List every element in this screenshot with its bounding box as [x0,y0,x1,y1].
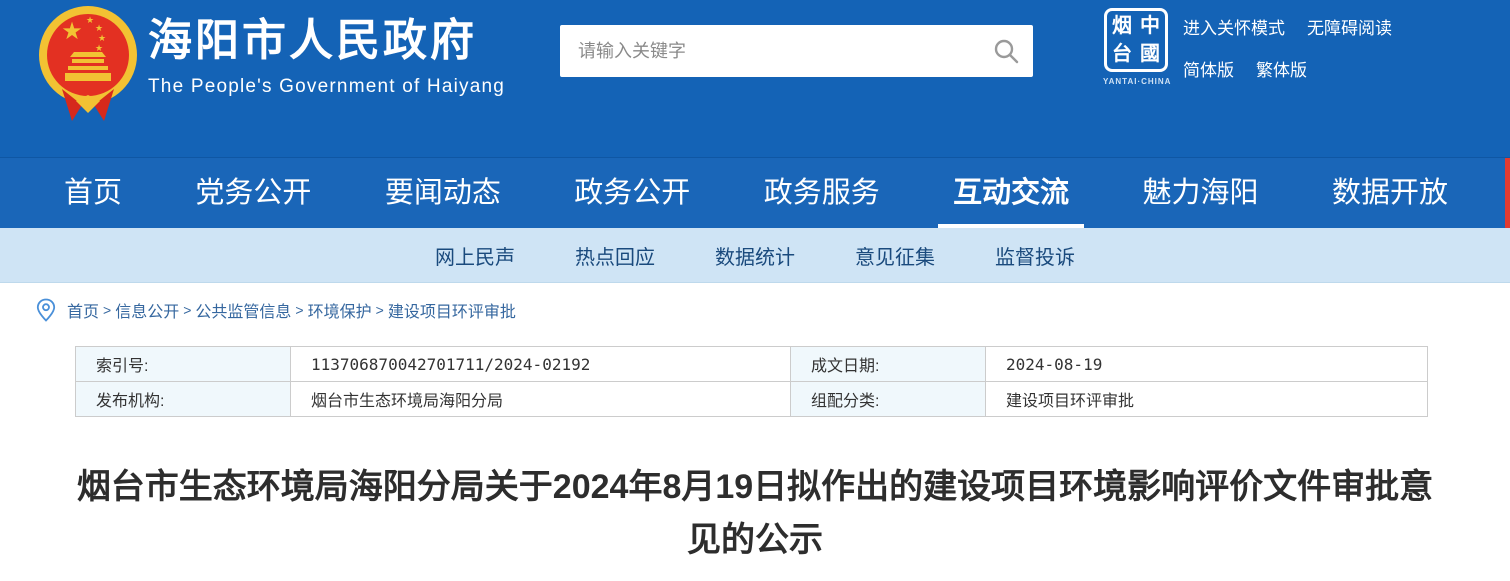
seal-char: 烟 [1112,16,1132,36]
breadcrumb: 首页 > 信息公开 > 公共监管信息 > 环境保护 > 建设项目环评审批 [36,298,1510,322]
nav-item-home[interactable]: 首页 [64,158,122,228]
national-emblem-logo[interactable]: ★ ★ ★ ★ ★ [38,5,138,127]
nav-item-charming-haiyang[interactable]: 魅力海阳 [1143,158,1259,228]
main-nav: 首页 党务公开 要闻动态 政务公开 政务服务 互动交流 魅力海阳 数据开放 [0,157,1510,228]
subnav-item-hot-response[interactable]: 热点回应 [575,241,655,270]
traditional-chinese-link[interactable]: 繁体版 [1256,56,1307,81]
breadcrumb-info-disclosure[interactable]: 信息公开 [115,298,179,322]
subnav-item-data-statistics[interactable]: 数据统计 [715,241,795,270]
site-title: 海阳市人民政府 [148,16,505,67]
yantai-china-seal-logo[interactable]: 烟 中 台 國 YANTAI·CHINA [1103,8,1169,86]
nav-item-open-data[interactable]: 数据开放 [1332,158,1448,228]
issuing-agency-value: 烟台市生态环境局海阳分局 [291,382,791,417]
svg-text:★: ★ [61,18,83,45]
breadcrumb-separator: > [103,302,111,318]
subnav-item-supervision-complaint[interactable]: 监督投诉 [995,241,1075,270]
svg-text:★: ★ [86,15,94,25]
issuing-agency-label: 发布机构: [76,382,291,417]
site-header: ★ ★ ★ ★ ★ 海阳市人民政府 The People's Governmen… [0,0,1510,157]
breadcrumb-eia-approval[interactable]: 建设项目环评审批 [388,298,516,322]
svg-text:★: ★ [95,43,103,53]
article-title: 烟台市生态环境局海阳分局关于2024年8月19日拟作出的建设项目环境影响评价文件… [65,461,1445,566]
location-pin-icon [36,298,56,322]
accessibility-link[interactable]: 无障碍阅读 [1307,14,1392,39]
seal-characters: 烟 中 台 國 [1104,8,1168,72]
issue-date-value: 2024-08-19 [986,347,1428,382]
nav-item-interaction[interactable]: 互动交流 [953,158,1069,228]
page-content: 首页 > 信息公开 > 公共监管信息 > 环境保护 > 建设项目环评审批 索引号… [0,284,1510,566]
svg-text:★: ★ [95,23,103,33]
nav-item-gov-disclosure[interactable]: 政务公开 [574,158,690,228]
nav-item-gov-services[interactable]: 政务服务 [764,158,880,228]
table-row: 索引号: 113706870042701711/2024-02192 成文日期:… [76,347,1428,382]
index-number-label: 索引号: [76,347,291,382]
index-number-value: 113706870042701711/2024-02192 [291,347,791,382]
category-value: 建设项目环评审批 [986,382,1428,417]
sub-nav: 网上民声 热点回应 数据统计 意见征集 监督投诉 [0,228,1510,283]
nav-item-party-affairs[interactable]: 党务公开 [195,158,311,228]
header-quick-links: 进入关怀模式 无障碍阅读 简体版 繁体版 [1183,14,1392,98]
svg-text:★: ★ [98,33,106,43]
subnav-item-opinion-collection[interactable]: 意见征集 [855,241,935,270]
search-icon[interactable] [993,38,1019,64]
category-label: 组配分类: [791,382,986,417]
right-edge-red-strip [1505,158,1510,228]
seal-caption: YANTAI·CHINA [1103,77,1169,86]
table-row: 发布机构: 烟台市生态环境局海阳分局 组配分类: 建设项目环评审批 [76,382,1428,417]
issue-date-label: 成文日期: [791,347,986,382]
site-brand[interactable]: 海阳市人民政府 The People's Government of Haiya… [148,16,505,98]
breadcrumb-separator: > [295,302,303,318]
document-meta-table: 索引号: 113706870042701711/2024-02192 成文日期:… [75,346,1428,417]
seal-char: 台 [1112,44,1132,64]
seal-char: 中 [1140,16,1160,36]
search-box [560,25,1033,77]
breadcrumb-separator: > [376,302,384,318]
breadcrumb-home[interactable]: 首页 [67,298,99,322]
care-mode-link[interactable]: 进入关怀模式 [1183,14,1285,39]
nav-item-news[interactable]: 要闻动态 [385,158,501,228]
search-input[interactable] [560,25,993,77]
simplified-chinese-link[interactable]: 简体版 [1183,56,1234,81]
seal-char: 國 [1140,44,1160,64]
breadcrumb-environment[interactable]: 环境保护 [308,298,372,322]
subnav-item-online-voice[interactable]: 网上民声 [435,241,515,270]
site-subtitle: The People's Government of Haiyang [148,76,505,98]
breadcrumb-public-supervision[interactable]: 公共监管信息 [195,298,291,322]
breadcrumb-separator: > [183,302,191,318]
